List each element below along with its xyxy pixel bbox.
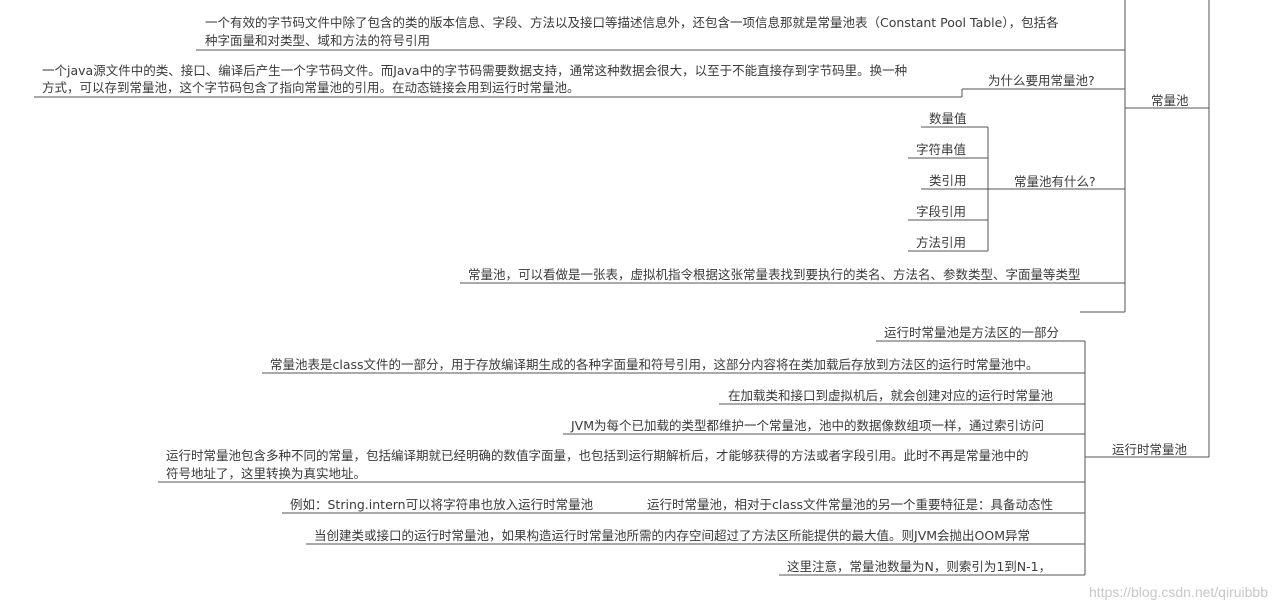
node-why-constant-pool[interactable]: 为什么要用常量池? (988, 71, 1095, 90)
node-runtime-item-3[interactable]: 在加载类和接口到虚拟机后，就会创建对应的运行时常量池 (728, 386, 1053, 405)
node-item-class-ref[interactable]: 类引用 (929, 171, 967, 190)
node-constant-pool[interactable]: 常量池 (1151, 91, 1189, 110)
node-runtime-item-4[interactable]: JVM为每个已加载的类型都维护一个常量池，池中的数据像数组项一样，通过索引访问 (571, 416, 1044, 435)
node-runtime-item-2[interactable]: 常量池表是class文件的一部分，用于存放编译期生成的各种字面量和符号引用，这部… (270, 355, 1039, 374)
node-runtime-constant-pool[interactable]: 运行时常量池 (1112, 440, 1187, 459)
node-runtime-item-1[interactable]: 运行时常量池是方法区的一部分 (884, 323, 1059, 342)
node-runtime-index-note[interactable]: 这里注意，常量池数量为N，则索引为1到N-1， (787, 557, 1051, 576)
node-item-method-ref[interactable]: 方法引用 (916, 233, 966, 252)
node-item-number-value[interactable]: 数量值 (929, 109, 967, 128)
node-runtime-dynamic[interactable]: 运行时常量池，相对于class文件常量池的另一个重要特征是：具备动态性 (647, 495, 1053, 514)
node-runtime-multi-line1[interactable]: 运行时常量池包含多种不同的常量，包括编译期就已经明确的数值字面量，也包括到运行期… (166, 446, 1029, 465)
node-runtime-dynamic-example[interactable]: 例如：String.intern可以将字符串也放入运行时常量池 (290, 495, 593, 514)
node-desc-top-line1[interactable]: 一个有效的字节码文件中除了包含的类的版本信息、字段、方法以及接口等描述信息外，还… (205, 13, 1059, 32)
node-table-desc[interactable]: 常量池，可以看做是一张表，虚拟机指令根据这张常量表找到要执行的类名、方法名、参数… (468, 265, 1081, 284)
node-runtime-oom[interactable]: 当创建类或接口的运行时常量池，如果构造运行时常量池所需的内存空间超过了方法区所能… (314, 526, 1030, 545)
node-item-field-ref[interactable]: 字段引用 (916, 202, 966, 221)
node-runtime-multi-line2: 符号地址了，这里转换为真实地址。 (166, 466, 367, 481)
watermark: https://blog.csdn.net/qiruibbb (1088, 584, 1268, 600)
node-item-string-value[interactable]: 字符串值 (916, 140, 966, 159)
node-desc-top-line2: 种字面量和对类型、域和方法的符号引用 (205, 33, 431, 48)
node-what-in-constant-pool[interactable]: 常量池有什么? (1014, 172, 1096, 191)
node-why-desc-line2: 方式，可以存到常量池，这个字节码包含了指向常量池的引用。在动态链接会用到运行时常… (42, 80, 580, 95)
